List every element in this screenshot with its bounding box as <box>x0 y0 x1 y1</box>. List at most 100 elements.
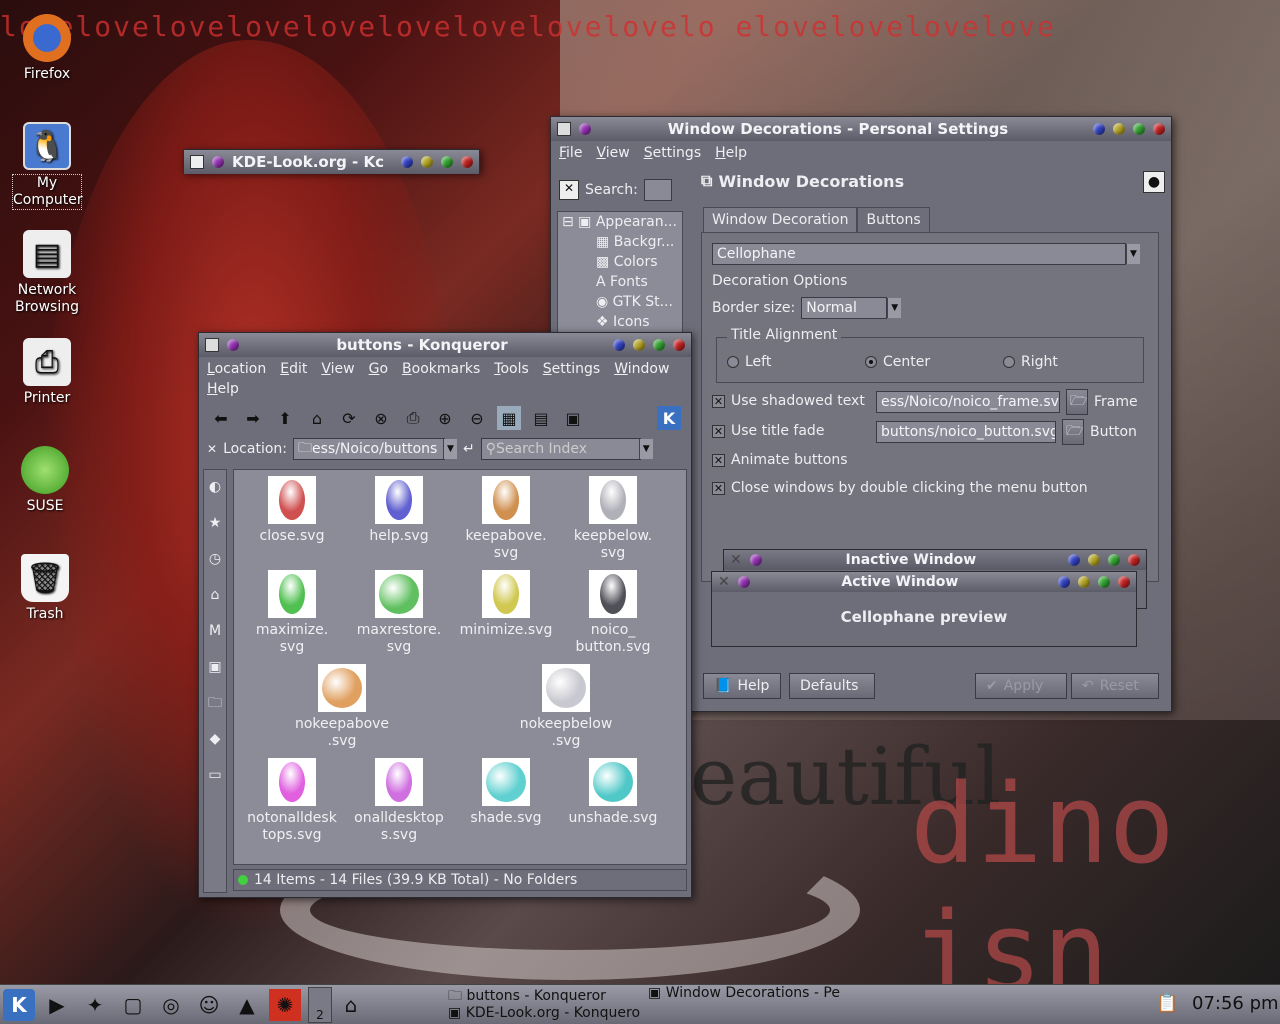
align-right-option[interactable]: Right <box>1003 354 1058 370</box>
konqueror-launcher-icon[interactable]: ✦ <box>79 989 111 1021</box>
file-item[interactable]: maxrestore. svg <box>343 570 455 656</box>
preview-view-icon[interactable]: ▣ <box>561 406 585 430</box>
wdec-titlebar[interactable]: Window Decorations - Personal Settings <box>551 117 1171 141</box>
clear-location-icon[interactable]: ✕ <box>207 442 217 456</box>
desktop-icon-firefox[interactable]: Firefox <box>2 14 92 83</box>
minimize-orb-icon[interactable] <box>421 156 433 168</box>
apply-button[interactable]: ✔ Apply <box>975 673 1067 699</box>
forward-arrow-icon[interactable]: ➡ <box>241 406 265 430</box>
menu-settings[interactable]: Settings <box>644 145 701 161</box>
go-icon[interactable]: ↵ <box>463 441 475 457</box>
stop-icon[interactable]: ⊗ <box>369 406 393 430</box>
file-item[interactable]: shade.svg <box>450 758 562 827</box>
root-folder-icon[interactable]: 🗀 <box>206 694 224 712</box>
minimize-orb-icon[interactable] <box>633 339 645 351</box>
menu-settings[interactable]: Settings <box>543 361 600 377</box>
nav-item-appearance[interactable]: ⊟ ▣ Appearan... <box>562 214 678 234</box>
desktop-icon-network-browsing[interactable]: ▤ Network Browsing <box>2 230 92 316</box>
align-center-radio[interactable] <box>865 356 877 368</box>
task-kdelook[interactable]: ▣ KDE-Look.org - Konquero <box>448 1005 640 1021</box>
star-icon[interactable]: ★ <box>206 514 224 532</box>
nav-item-fonts[interactable]: A Fonts <box>562 274 678 294</box>
close-orb-icon[interactable] <box>461 156 473 168</box>
menu-view[interactable]: View <box>596 145 629 161</box>
chevron-down-icon[interactable]: ▼ <box>638 439 653 459</box>
decoration-select[interactable]: Cellophane ▼ <box>712 243 1140 265</box>
close-orb-icon[interactable] <box>673 339 685 351</box>
align-right-radio[interactable] <box>1003 356 1015 368</box>
file-item[interactable]: nokeepbelow .svg <box>510 664 622 750</box>
clear-search-icon[interactable]: ✕ <box>559 180 579 200</box>
file-item[interactable]: noico_ button.svg <box>557 566 669 656</box>
menu-bookmarks[interactable]: Bookmarks <box>402 361 480 377</box>
align-left-option[interactable]: Left <box>727 354 771 370</box>
file-item[interactable]: onalldesktop s.svg <box>343 754 455 844</box>
frame-path-input[interactable]: ess/Noico/noico_frame.svg <box>876 391 1060 413</box>
home-nav-icon[interactable]: ⌂ <box>206 586 224 604</box>
network-nav-icon[interactable]: ▣ <box>206 658 224 676</box>
nav-item-background[interactable]: ▦ Backgr... <box>562 234 678 254</box>
help-orb-icon[interactable] <box>613 339 625 351</box>
title-fade-checkbox[interactable]: ✕ <box>712 424 725 438</box>
menu-go[interactable]: Go <box>369 361 388 377</box>
chevron-down-icon[interactable]: ▼ <box>1126 244 1140 264</box>
search-index-input[interactable]: ⚲ Search Index <box>480 438 641 460</box>
close-dblclick-checkbox[interactable]: ✕ <box>712 481 725 495</box>
up-arrow-icon[interactable]: ⬆ <box>273 406 297 430</box>
border-size-select[interactable]: Normal <box>801 297 888 319</box>
menu-help[interactable]: Help <box>207 381 239 397</box>
align-left-radio[interactable] <box>727 356 739 368</box>
konqueror-titlebar[interactable]: buttons - Konqueror <box>199 333 691 357</box>
history-icon[interactable]: ◷ <box>206 550 224 568</box>
file-item[interactable]: help.svg <box>343 472 455 545</box>
file-item[interactable]: unshade.svg <box>557 758 669 827</box>
menu-orb-icon[interactable] <box>212 156 224 168</box>
shadowed-text-option[interactable]: ✕ Use shadowed text <box>712 393 865 409</box>
chevron-down-icon[interactable]: ▼ <box>443 439 457 459</box>
menu-location[interactable]: Location <box>207 361 266 377</box>
kdelook-window[interactable]: KDE-Look.org - Kc <box>183 149 480 174</box>
shadowed-text-checkbox[interactable]: ✕ <box>712 394 725 408</box>
file-item[interactable]: minimize.svg <box>450 566 562 639</box>
inkscape-icon[interactable]: ▲ <box>231 989 263 1021</box>
kde-menu-icon[interactable]: K <box>3 988 35 1021</box>
terminal-icon[interactable]: ▶ <box>41 989 73 1021</box>
menu-edit[interactable]: Edit <box>280 361 307 377</box>
menu-window[interactable]: Window <box>614 361 669 377</box>
menu-view[interactable]: View <box>321 361 354 377</box>
show-desktop-icon[interactable]: ⌂ <box>335 989 367 1021</box>
help-orb-icon[interactable] <box>401 156 413 168</box>
ghost-icon[interactable]: ☺ <box>193 989 225 1021</box>
button-browse-button[interactable]: 🗁 <box>1062 419 1084 445</box>
whats-this-icon[interactable]: ● <box>1143 171 1165 193</box>
tab-window-decoration[interactable]: Window Decoration <box>703 207 858 233</box>
back-arrow-icon[interactable]: ⬅ <box>209 406 233 430</box>
title-fade-option[interactable]: ✕ Use title fade <box>712 423 824 439</box>
menu-file[interactable]: File <box>559 145 582 161</box>
icon-view-icon[interactable]: ▦ <box>497 406 521 430</box>
file-item[interactable]: close.svg <box>236 472 348 545</box>
maximize-orb-icon[interactable] <box>441 156 453 168</box>
desktop-icon-my-computer[interactable]: 🐧 My Computer <box>2 122 92 210</box>
clock[interactable]: 07:56 pm <box>1192 993 1279 1014</box>
services-icon[interactable]: ◆ <box>206 730 224 748</box>
kdelook-titlebar[interactable]: KDE-Look.org - Kc <box>184 150 479 174</box>
sidebar-config-icon[interactable]: ▭ <box>206 766 224 784</box>
file-item[interactable]: maximize. svg <box>236 566 348 656</box>
desktop-launcher-icon[interactable]: ▢ <box>117 989 149 1021</box>
klipper-icon[interactable]: 📋 <box>1156 993 1178 1014</box>
zoom-in-icon[interactable]: ⊕ <box>433 406 457 430</box>
file-item[interactable]: nokeepabove .svg <box>286 664 398 750</box>
location-input[interactable]: 🗀 ess/Noico/buttons <box>293 438 445 460</box>
animate-buttons-checkbox[interactable]: ✕ <box>712 453 725 467</box>
file-item[interactable]: notonalldesk tops.svg <box>236 754 348 844</box>
search-input[interactable] <box>643 179 672 201</box>
maximize-orb-icon[interactable] <box>1133 123 1145 135</box>
nav-item-icons[interactable]: ❖ Icons <box>562 314 678 334</box>
zoom-out-icon[interactable]: ⊖ <box>465 406 489 430</box>
help-orb-icon[interactable] <box>1093 123 1105 135</box>
desktop-pager[interactable]: 2 <box>308 986 332 1023</box>
menu-tools[interactable]: Tools <box>494 361 529 377</box>
task-window-decorations[interactable]: ▣ Window Decorations - Pe <box>648 985 840 1001</box>
frame-browse-button[interactable]: 🗁 <box>1066 389 1088 415</box>
